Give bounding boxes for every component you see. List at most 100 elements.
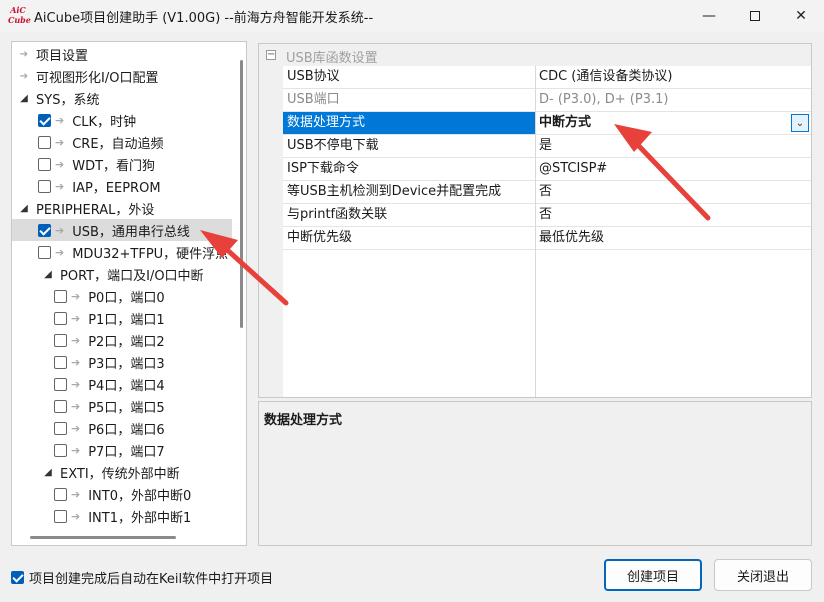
tree-item-checkbox[interactable] bbox=[38, 223, 51, 237]
tree-item[interactable]: ➔ CRE，自动追频 bbox=[12, 131, 236, 153]
property-row[interactable]: USB端口 D- (P3.0), D+ (P3.1) bbox=[283, 89, 811, 112]
tree-item[interactable]: ➔ WDT，看门狗 bbox=[12, 153, 236, 175]
tree-item-checkbox[interactable] bbox=[54, 487, 67, 501]
property-value[interactable]: CDC (通信设备类协议) bbox=[539, 66, 811, 88]
tree-item[interactable]: ◢ PORT，端口及I/O口中断 bbox=[12, 263, 236, 285]
tree-item-label: P2口，端口2 bbox=[88, 334, 165, 350]
tree-item-checkbox[interactable] bbox=[54, 509, 67, 523]
tree-item[interactable]: ➔ MDU32+TFPU，硬件浮点 bbox=[12, 241, 236, 263]
arrow-right-icon: ➔ bbox=[71, 509, 81, 523]
arrow-right-icon: ➔ bbox=[71, 355, 81, 369]
config-tree[interactable]: ➔ 项目设置 ➔ 可视图形化I/O口配置 ◢ SYS，系统 ➔ CLK，时钟 ➔ CRE，自动追频… bbox=[11, 41, 247, 546]
tree-item[interactable]: ◢ EXTI，传统外部中断 bbox=[12, 461, 236, 483]
arrow-right-icon: ➔ bbox=[71, 421, 81, 435]
property-name: USB端口 bbox=[287, 92, 340, 107]
arrow-right-icon: ➔ bbox=[55, 245, 65, 259]
tree-item[interactable]: ➔ P2口，端口2 bbox=[12, 329, 236, 351]
tree-item-checkbox[interactable] bbox=[54, 289, 67, 303]
property-row[interactable]: 等USB主机检测到Device并配置完成 否 bbox=[283, 181, 811, 204]
tree-item[interactable]: ➔ IAP，EEPROM bbox=[12, 175, 236, 197]
tree-item-label: P5口，端口5 bbox=[88, 400, 165, 416]
arrow-right-icon: ➔ bbox=[55, 223, 65, 237]
tree-item-label: INT0，外部中断0 bbox=[88, 488, 192, 504]
property-value: D- (P3.0), D+ (P3.1) bbox=[539, 92, 669, 107]
tree-item[interactable]: ➔ P3口，端口3 bbox=[12, 351, 236, 373]
tree-item-checkbox[interactable] bbox=[54, 355, 67, 369]
tree-item[interactable]: ➔ P7口，端口7 bbox=[12, 439, 236, 461]
property-value[interactable]: 否 bbox=[539, 181, 811, 203]
tree-item-checkbox[interactable] bbox=[38, 135, 51, 149]
property-category[interactable]: − USB库函数设置 bbox=[259, 44, 811, 66]
property-grid[interactable]: − USB库函数设置 USB协议 CDC (通信设备类协议) USB端口 D- (P3… bbox=[258, 43, 812, 398]
expanded-icon[interactable]: ◢ bbox=[18, 203, 30, 214]
tree-item-label: IAP，EEPROM bbox=[72, 180, 161, 196]
expanded-icon[interactable]: ◢ bbox=[42, 467, 54, 478]
auto-open-label: 项目创建完成后自动在Keil软件中打开项目 bbox=[29, 572, 274, 587]
category-label: USB库函数设置 bbox=[286, 51, 378, 66]
tree-vertical-scrollbar[interactable] bbox=[240, 60, 243, 328]
property-row[interactable]: 中断优先级 最低优先级 bbox=[283, 227, 811, 250]
tree-item-checkbox[interactable] bbox=[54, 399, 67, 413]
property-value[interactable]: 是 bbox=[539, 135, 811, 157]
tree-item-checkbox[interactable] bbox=[38, 113, 51, 127]
tree-item[interactable]: ➔ P6口，端口6 bbox=[12, 417, 236, 439]
maximize-button[interactable] bbox=[732, 0, 778, 32]
tree-item-checkbox[interactable] bbox=[54, 311, 67, 325]
tree-item[interactable]: ➔ INT0，外部中断0 bbox=[12, 483, 236, 505]
property-row[interactable]: 数据处理方式 中断方式 ⌄ bbox=[283, 112, 811, 135]
tree-item[interactable]: ➔ P5口，端口5 bbox=[12, 395, 236, 417]
tree-item-label: CRE，自动追频 bbox=[72, 136, 164, 152]
arrow-right-icon: ➔ bbox=[71, 443, 81, 457]
tree-horizontal-scrollbar[interactable] bbox=[30, 536, 176, 539]
tree-item-checkbox[interactable] bbox=[38, 179, 51, 193]
tree-item-checkbox[interactable] bbox=[54, 443, 67, 457]
property-value[interactable]: @STCISP# bbox=[539, 158, 811, 180]
tree-item[interactable]: ➔ INT1，外部中断1 bbox=[12, 505, 236, 527]
exit-button[interactable]: 关闭退出 bbox=[714, 559, 812, 591]
property-row[interactable]: USB协议 CDC (通信设备类协议) bbox=[283, 66, 811, 89]
auto-open-checkbox[interactable] bbox=[11, 571, 24, 584]
collapse-icon[interactable]: − bbox=[266, 50, 276, 60]
collapsed-icon[interactable]: ➔ bbox=[18, 49, 30, 60]
tree-item[interactable]: ➔ P4口，端口4 bbox=[12, 373, 236, 395]
tree-item[interactable]: ➔ 项目设置 bbox=[12, 43, 236, 65]
minimize-button[interactable]: — bbox=[686, 0, 732, 32]
tree-item[interactable]: ➔ USB，通用串行总线 bbox=[12, 219, 232, 241]
property-value[interactable]: 否 bbox=[539, 204, 811, 226]
tree-item-checkbox[interactable] bbox=[38, 157, 51, 171]
property-value[interactable]: 中断方式 bbox=[539, 112, 811, 134]
tree-item-label: 可视图形化I/O口配置 bbox=[36, 70, 159, 86]
tree-item-checkbox[interactable] bbox=[54, 421, 67, 435]
tree-item[interactable]: ◢ PERIPHERAL，外设 bbox=[12, 197, 236, 219]
tree-item[interactable]: ◢ SYS，系统 bbox=[12, 87, 236, 109]
tree-item-checkbox[interactable] bbox=[38, 245, 51, 259]
auto-open-option[interactable]: 项目创建完成后自动在Keil软件中打开项目 bbox=[11, 568, 273, 587]
expanded-icon[interactable]: ◢ bbox=[42, 269, 54, 280]
expanded-icon[interactable]: ◢ bbox=[18, 93, 30, 104]
tree-item-checkbox[interactable] bbox=[54, 377, 67, 391]
property-name: 等USB主机检测到Device并配置完成 bbox=[287, 184, 502, 199]
property-name: 数据处理方式 bbox=[283, 112, 535, 134]
arrow-right-icon: ➔ bbox=[71, 399, 81, 413]
property-row[interactable]: USB不停电下载 是 bbox=[283, 135, 811, 158]
tree-item-label: CLK，时钟 bbox=[72, 114, 137, 130]
property-row[interactable]: 与printf函数关联 否 bbox=[283, 204, 811, 227]
collapsed-icon[interactable]: ➔ bbox=[18, 71, 30, 82]
property-value[interactable]: 最低优先级 bbox=[539, 227, 811, 249]
tree-item-label: 项目设置 bbox=[36, 48, 89, 64]
tree-item-label: P4口，端口4 bbox=[88, 378, 165, 394]
arrow-right-icon: ➔ bbox=[71, 311, 81, 325]
tree-item[interactable]: ➔ CLK，时钟 bbox=[12, 109, 236, 131]
chevron-down-icon[interactable]: ⌄ bbox=[791, 114, 809, 132]
arrow-right-icon: ➔ bbox=[71, 377, 81, 391]
title-bar: AiC Cube AiCube项目创建助手 (V1.00G) --前海方舟智能开发… bbox=[0, 0, 824, 32]
close-button[interactable]: ✕ bbox=[778, 0, 824, 32]
tree-item-checkbox[interactable] bbox=[54, 333, 67, 347]
tree-item[interactable]: ➔ 可视图形化I/O口配置 bbox=[12, 65, 236, 87]
create-project-button[interactable]: 创建项目 bbox=[604, 559, 702, 591]
tree-item-label: EXTI，传统外部中断 bbox=[60, 466, 180, 482]
column-divider[interactable] bbox=[535, 66, 536, 397]
property-row[interactable]: ISP下载命令 @STCISP# bbox=[283, 158, 811, 181]
tree-item[interactable]: ➔ P0口，端口0 bbox=[12, 285, 236, 307]
tree-item[interactable]: ➔ P1口，端口1 bbox=[12, 307, 236, 329]
